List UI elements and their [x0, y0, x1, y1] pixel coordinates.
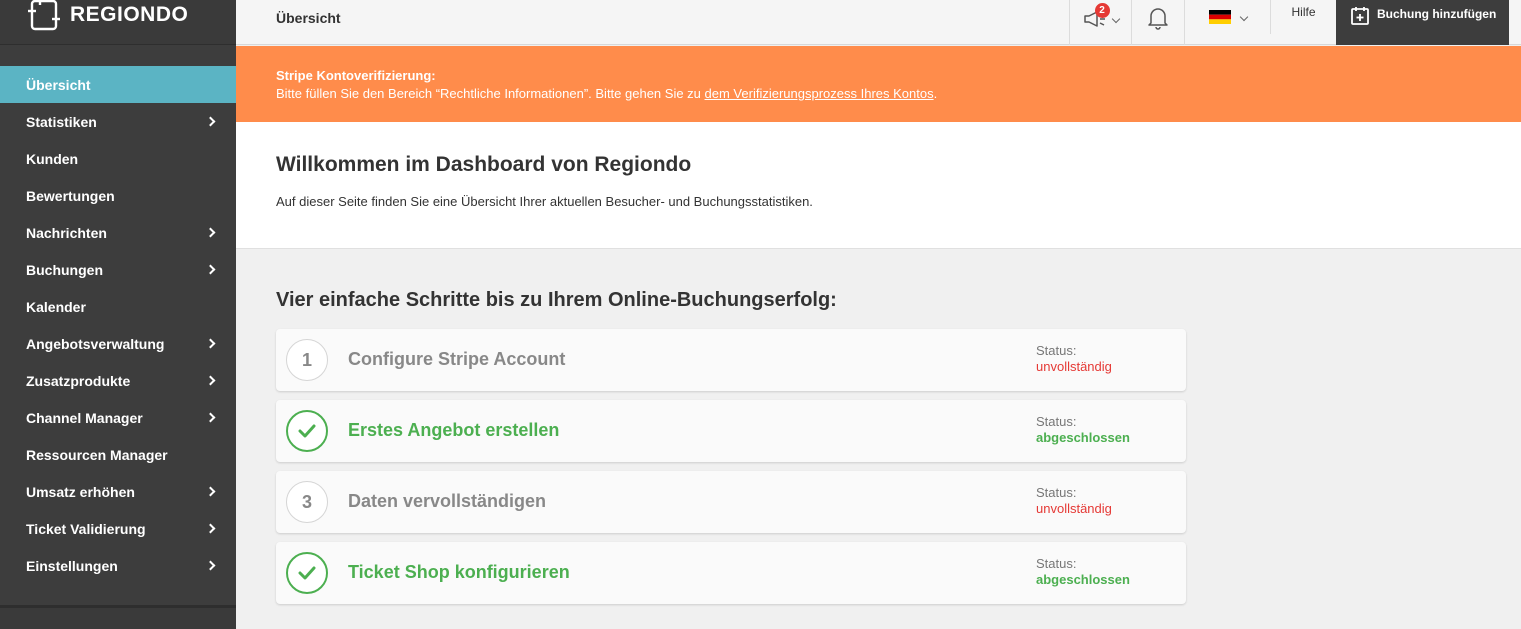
- sidebar-item-label: Statistiken: [26, 113, 97, 130]
- bell-icon: [1148, 7, 1168, 30]
- checkmark-icon: [286, 552, 328, 594]
- chevron-down-icon: [1239, 12, 1248, 21]
- sidebar-nav: Übersicht Statistiken Kunden Bewertungen Nac…: [0, 66, 236, 584]
- step-card[interactable]: Ticket Shop konfigurieren Status: abgeschl…: [276, 542, 1186, 604]
- stripe-verification-banner: Stripe Kontoverifizierung: Bitte füllen …: [236, 46, 1521, 122]
- sidebar-item-label: Nachrichten: [26, 224, 107, 241]
- status-label: Status:: [1036, 485, 1077, 500]
- step-status: Status: abgeschlossen: [1036, 556, 1130, 588]
- step-label: Configure Stripe Account: [348, 349, 566, 369]
- chevron-right-icon: [205, 375, 216, 386]
- add-booking-label: Buchung hinzufügen: [1377, 7, 1497, 21]
- checkmark-icon: [286, 410, 328, 452]
- notification-badge: 2: [1094, 2, 1110, 18]
- sidebar-item-12[interactable]: Ticket Validierung: [0, 510, 236, 547]
- flag-de-icon: [1208, 9, 1231, 24]
- sidebar-item-7[interactable]: Angebotsverwaltung: [0, 325, 236, 362]
- step-label: Erstes Angebot erstellen: [348, 420, 560, 440]
- chevron-right-icon: [205, 338, 216, 349]
- chevron-right-icon: [205, 264, 216, 275]
- sidebar-item-5[interactable]: Buchungen: [0, 251, 236, 288]
- steps-title: Vier einfache Schritte bis zu Ihrem Onli…: [276, 289, 837, 311]
- step-card[interactable]: 1 Configure Stripe Account Status: unvollst…: [276, 329, 1186, 391]
- step-label: Daten vervollständigen: [348, 491, 547, 511]
- regiondo-logo-icon: [28, 0, 60, 31]
- sidebar-item-label: Ressourcen Manager: [26, 446, 168, 463]
- sidebar-item-label: Einstellungen: [26, 557, 118, 574]
- banner-text-end: .: [933, 86, 938, 101]
- sidebar-footer: [0, 605, 236, 629]
- status-value: unvollständig: [1036, 501, 1112, 516]
- announcements-button[interactable]: 2: [1069, 0, 1131, 45]
- sidebar-item-2[interactable]: Kunden: [0, 140, 236, 177]
- banner-title: Stripe Kontoverifizierung:: [276, 68, 436, 83]
- sidebar: REGIONDO Übersicht Statistiken Kunden Bewer…: [0, 0, 236, 629]
- sidebar-item-label: Übersicht: [26, 76, 91, 93]
- step-number: 3: [286, 481, 328, 523]
- sidebar-item-9[interactable]: Channel Manager: [0, 399, 236, 436]
- sidebar-item-13[interactable]: Einstellungen: [0, 547, 236, 584]
- logo-text: REGIONDO: [70, 3, 189, 26]
- sidebar-item-3[interactable]: Bewertungen: [0, 177, 236, 214]
- chevron-right-icon: [205, 486, 216, 497]
- verification-link[interactable]: dem Verifizierungsprozess Ihres Kontos: [705, 86, 934, 101]
- sidebar-item-6[interactable]: Kalender: [0, 288, 236, 325]
- chevron-right-icon: [205, 560, 216, 571]
- sidebar-item-0[interactable]: Übersicht: [0, 66, 236, 103]
- add-booking-button[interactable]: Buchung hinzufügen: [1336, 0, 1509, 45]
- status-label: Status:: [1036, 343, 1077, 358]
- sidebar-item-label: Bewertungen: [26, 187, 115, 204]
- sidebar-item-8[interactable]: Zusatzprodukte: [0, 362, 236, 399]
- sidebar-item-label: Angebotsverwaltung: [26, 335, 165, 352]
- logo[interactable]: REGIONDO: [0, 0, 236, 45]
- sidebar-item-label: Channel Manager: [26, 409, 143, 426]
- chevron-right-icon: [205, 227, 216, 238]
- language-selector[interactable]: [1184, 0, 1270, 45]
- step-card[interactable]: Erstes Angebot erstellen Status: abgeschlo…: [276, 400, 1186, 462]
- sidebar-item-label: Kalender: [26, 298, 86, 315]
- step-label: Ticket Shop konfigurieren: [348, 562, 570, 582]
- sidebar-item-10[interactable]: Ressourcen Manager: [0, 436, 236, 473]
- step-card[interactable]: 3 Daten vervollständigen Status: unvollstän…: [276, 471, 1186, 533]
- step-status: Status: unvollständig: [1036, 343, 1112, 375]
- page-title: Übersicht: [276, 10, 341, 26]
- welcome-panel: Willkommen im Dashboard von Regiondo Auf…: [236, 122, 1521, 249]
- sidebar-item-label: Ticket Validierung: [26, 520, 146, 537]
- notifications-button[interactable]: [1131, 0, 1184, 45]
- chevron-down-icon: [1111, 14, 1120, 23]
- welcome-subtitle: Auf dieser Seite finden Sie eine Übersic…: [276, 194, 813, 209]
- topbar: Übersicht 2 Hilfe Buchung hinzufügen: [236, 0, 1521, 45]
- status-value: abgeschlossen: [1036, 430, 1130, 445]
- step-status: Status: abgeschlossen: [1036, 414, 1130, 446]
- sidebar-item-label: Buchungen: [26, 261, 103, 278]
- sidebar-item-label: Zusatzprodukte: [26, 372, 131, 389]
- banner-text: Bitte füllen Sie den Bereich “Rechtliche…: [276, 86, 705, 101]
- status-value: unvollständig: [1036, 359, 1112, 374]
- sidebar-item-11[interactable]: Umsatz erhöhen: [0, 473, 236, 510]
- calendar-plus-icon: [1351, 7, 1369, 25]
- banner-message: Bitte füllen Sie den Bereich “Rechtliche…: [276, 85, 1481, 103]
- chevron-right-icon: [205, 523, 216, 534]
- chevron-right-icon: [205, 116, 216, 127]
- sidebar-item-4[interactable]: Nachrichten: [0, 214, 236, 251]
- step-number: 1: [286, 339, 328, 381]
- sidebar-item-1[interactable]: Statistiken: [0, 103, 236, 140]
- status-label: Status:: [1036, 556, 1077, 571]
- status-value: abgeschlossen: [1036, 572, 1130, 587]
- sidebar-item-label: Umsatz erhöhen: [26, 483, 135, 500]
- welcome-title: Willkommen im Dashboard von Regiondo: [276, 153, 692, 176]
- status-label: Status:: [1036, 414, 1077, 429]
- sidebar-item-label: Kunden: [26, 150, 79, 167]
- chevron-right-icon: [205, 412, 216, 423]
- help-link[interactable]: Hilfe: [1270, 0, 1336, 34]
- step-status: Status: unvollständig: [1036, 485, 1112, 517]
